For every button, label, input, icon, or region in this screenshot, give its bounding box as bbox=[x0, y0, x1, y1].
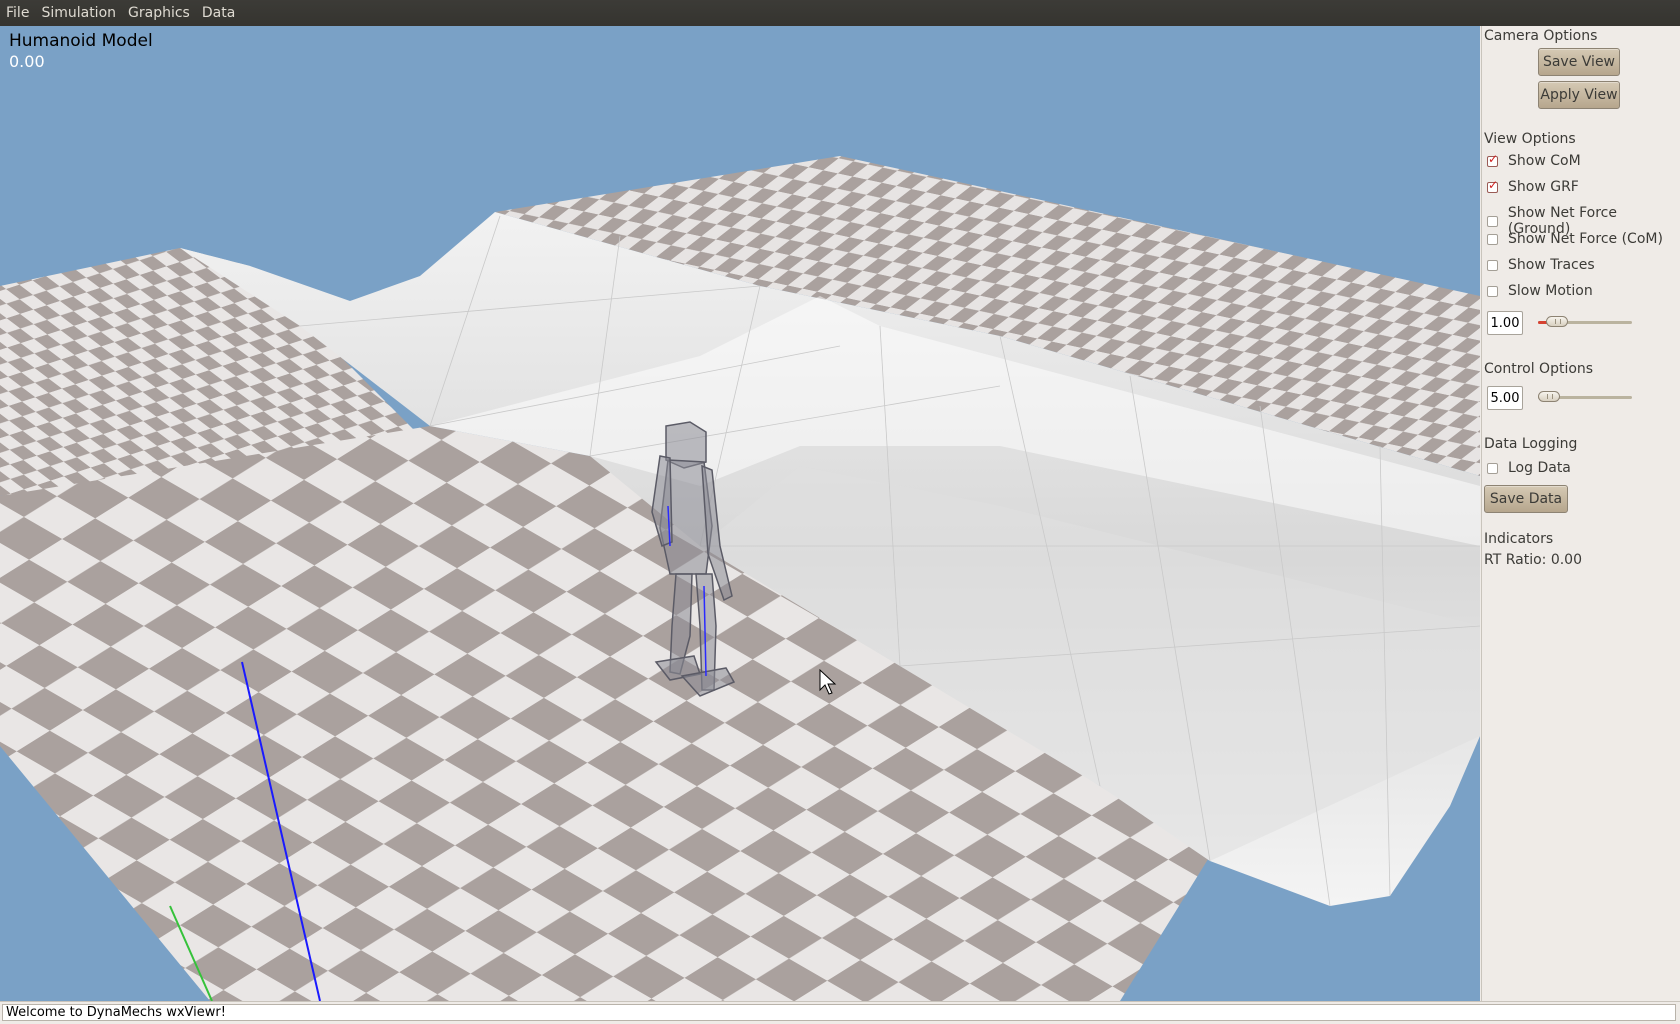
control-value-field[interactable]: 5.00 bbox=[1487, 386, 1523, 410]
apply-view-button[interactable]: Apply View bbox=[1538, 81, 1620, 109]
log-data-label: Log Data bbox=[1508, 460, 1571, 476]
save-data-button[interactable]: Save Data bbox=[1484, 485, 1568, 513]
sim-time: 0.00 bbox=[9, 52, 45, 71]
camera-options-label: Camera Options bbox=[1484, 28, 1598, 44]
show-grf-checkbox[interactable]: Show GRF bbox=[1487, 178, 1579, 195]
status-message: Welcome to DynaMechs wxViewr! bbox=[2, 1004, 1676, 1021]
checkbox-icon[interactable] bbox=[1487, 285, 1498, 297]
show-net-force-com-checkbox[interactable]: Show Net Force (CoM) bbox=[1487, 231, 1663, 247]
show-traces-checkbox[interactable]: Show Traces bbox=[1487, 257, 1595, 273]
checkbox-icon[interactable] bbox=[1487, 259, 1498, 271]
options-panel: Camera Options Save View Apply View View… bbox=[1481, 26, 1680, 1001]
slow-motion-label: Slow Motion bbox=[1508, 283, 1593, 299]
checkbox-icon[interactable] bbox=[1487, 152, 1498, 167]
3d-viewport[interactable]: Humanoid Model 0.00 bbox=[0, 26, 1480, 1001]
indicators-label: Indicators bbox=[1484, 531, 1554, 547]
menu-data[interactable]: Data bbox=[196, 0, 241, 26]
log-data-checkbox[interactable]: Log Data bbox=[1487, 460, 1571, 476]
show-com-label: Show CoM bbox=[1508, 153, 1581, 169]
control-options-label: Control Options bbox=[1484, 361, 1594, 377]
menu-file[interactable]: File bbox=[0, 0, 35, 26]
checkbox-icon[interactable] bbox=[1487, 178, 1498, 193]
menu-graphics[interactable]: Graphics bbox=[122, 0, 196, 26]
slow-motion-checkbox[interactable]: Slow Motion bbox=[1487, 283, 1593, 299]
data-logging-label: Data Logging bbox=[1484, 436, 1578, 452]
slow-motion-value-field[interactable]: 1.00 bbox=[1487, 311, 1523, 335]
checkbox-icon[interactable] bbox=[1487, 233, 1498, 245]
view-options-label: View Options bbox=[1484, 131, 1576, 147]
save-view-button[interactable]: Save View bbox=[1538, 48, 1620, 76]
menu-simulation[interactable]: Simulation bbox=[35, 0, 122, 26]
show-com-checkbox[interactable]: Show CoM bbox=[1487, 152, 1581, 169]
show-grf-label: Show GRF bbox=[1508, 179, 1579, 195]
menu-bar: File Simulation Graphics Data bbox=[0, 0, 1680, 26]
checkbox-icon[interactable] bbox=[1487, 215, 1498, 227]
rt-ratio-indicator: RT Ratio: 0.00 bbox=[1484, 552, 1582, 568]
show-net-force-com-label: Show Net Force (CoM) bbox=[1508, 231, 1663, 247]
status-bar: Welcome to DynaMechs wxViewr! bbox=[0, 1001, 1680, 1024]
scene-canvas bbox=[0, 156, 1480, 1001]
show-traces-label: Show Traces bbox=[1508, 257, 1595, 273]
checkbox-icon[interactable] bbox=[1487, 462, 1498, 474]
model-title: Humanoid Model bbox=[9, 31, 153, 51]
